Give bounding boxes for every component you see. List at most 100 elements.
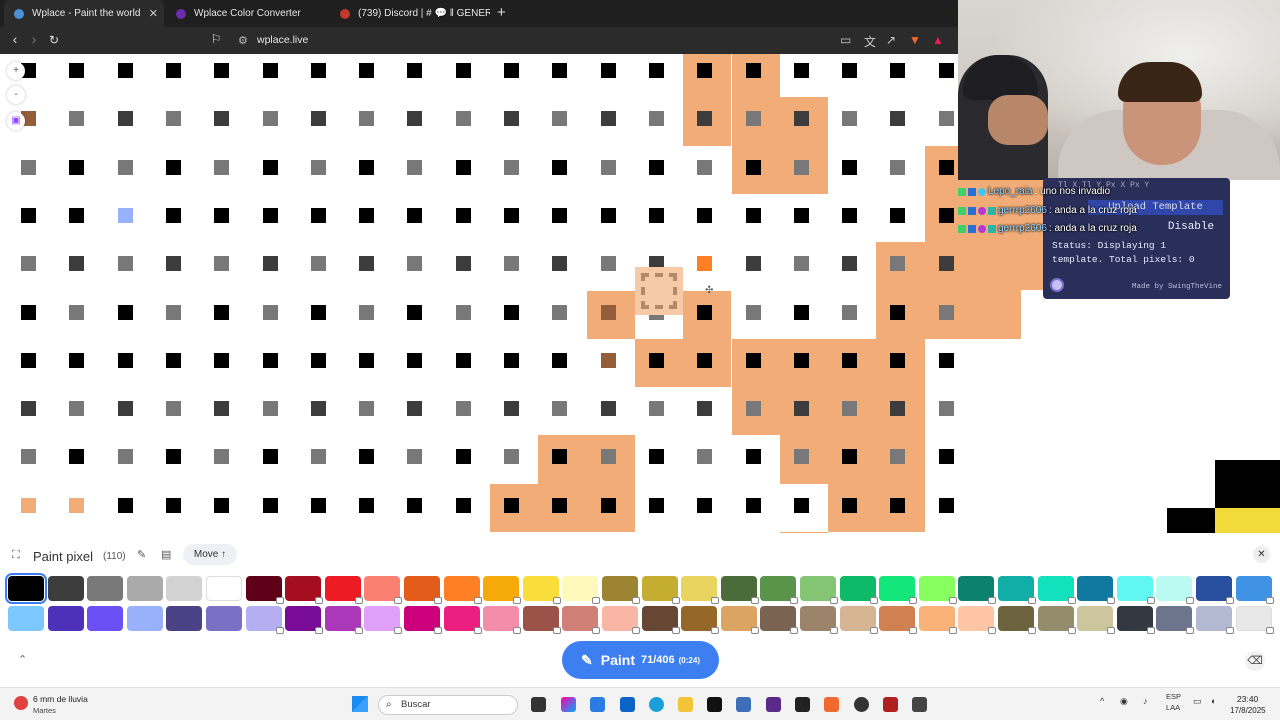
color-swatch[interactable] (126, 606, 163, 631)
lang-region[interactable]: LAA (1166, 703, 1180, 712)
lock-icon (671, 627, 680, 634)
forward-icon[interactable]: › (24, 31, 44, 47)
canvas-pixel (262, 63, 278, 78)
tab-color-converter[interactable]: Wplace Color Converter (166, 0, 326, 27)
expand-icon[interactable]: ⛶ (12, 549, 20, 562)
store-icon[interactable] (590, 697, 605, 712)
display-icon[interactable]: ▭ (1193, 696, 1202, 707)
app-icon[interactable] (883, 697, 898, 712)
zoom-out-button[interactable]: - (7, 86, 25, 104)
paint-button[interactable]: ✎ Paint 71/406 (0:24) (562, 641, 719, 679)
lock-icon (1186, 627, 1195, 634)
tiktok-icon[interactable] (707, 697, 722, 712)
canvas-pixel (938, 497, 954, 513)
clock-time[interactable]: 23:40 (1237, 694, 1258, 704)
app-icon[interactable] (854, 697, 869, 712)
edge-icon[interactable] (649, 697, 664, 712)
back-icon[interactable]: ‹ (5, 31, 25, 47)
template-status: Status: Displaying 1 template. Total pix… (1052, 240, 1195, 265)
color-swatch[interactable] (206, 576, 242, 601)
canvas-pixel (359, 256, 375, 272)
taskbar-search[interactable]: ⌕ Buscar (378, 695, 518, 715)
canvas-pixel (455, 159, 471, 175)
brave-shield-icon[interactable]: ▼ (909, 33, 921, 47)
url-field[interactable]: wplace.live (257, 34, 308, 46)
disable-template-button[interactable]: Disable (1163, 220, 1219, 235)
tab-wplace[interactable]: Wplace - Paint the world ✕ (4, 0, 164, 27)
network-icon[interactable]: ◉ (1120, 696, 1128, 707)
bookmark-icon[interactable]: ⚐ (206, 32, 226, 46)
close-panel-icon[interactable]: ✕ (1253, 546, 1270, 563)
clock-date[interactable]: 17/8/2025 (1230, 706, 1266, 715)
close-tab-icon[interactable]: ✕ (149, 7, 158, 20)
color-swatch[interactable] (47, 606, 84, 631)
move-button[interactable]: Move ↑ (183, 544, 237, 565)
copilot-icon[interactable] (561, 697, 576, 712)
canvas-pixel (552, 159, 568, 175)
color-swatch[interactable] (5, 573, 47, 604)
badge-icon (978, 224, 986, 233)
color-swatch[interactable] (47, 576, 84, 601)
canvas-pixel (117, 352, 133, 368)
lock-icon (513, 627, 522, 634)
lock-icon (1186, 597, 1195, 604)
folder-icon[interactable] (678, 697, 693, 712)
lang-code[interactable]: ESP (1166, 692, 1181, 701)
volume-icon[interactable]: ◖ (1210, 696, 1215, 706)
image-icon[interactable]: ▤ (161, 548, 171, 561)
canvas-pixel (697, 497, 713, 513)
windows-start-icon[interactable] (352, 696, 368, 712)
color-swatch[interactable] (126, 576, 163, 601)
lock-icon (869, 597, 878, 604)
canvas-pixel (890, 401, 906, 417)
selected-pixel-highlight (635, 267, 683, 315)
canvas-pixel (745, 497, 761, 513)
outlook-icon[interactable] (620, 697, 635, 712)
badge-icon (958, 224, 966, 233)
lock-icon (869, 627, 878, 634)
app-icon[interactable] (766, 697, 781, 712)
reload-icon[interactable]: ↻ (44, 33, 64, 47)
twitch-icon[interactable]: ▣ (7, 112, 25, 130)
share-icon[interactable]: ↗ (886, 33, 896, 47)
task-view-icon[interactable] (531, 697, 546, 712)
weather-icon[interactable] (14, 696, 28, 710)
lock-icon (750, 627, 759, 634)
canvas-pixel (938, 352, 954, 368)
canvas-pixel (552, 304, 568, 320)
canvas-pixel (842, 207, 858, 223)
app-icon[interactable] (736, 697, 751, 712)
app-icon[interactable] (795, 697, 810, 712)
color-swatch[interactable] (87, 576, 124, 601)
color-swatch[interactable] (87, 606, 124, 631)
canvas-pixel (262, 352, 278, 368)
new-tab-button[interactable]: + (497, 4, 506, 21)
app-icon[interactable] (912, 697, 927, 712)
lock-icon (1226, 627, 1234, 634)
mic-icon[interactable]: ♪ (1143, 696, 1148, 706)
tab-discord[interactable]: (739) Discord | # 💬 ‖ GENERAL | Garg… (330, 0, 490, 27)
collapse-icon[interactable]: ⌃ (18, 653, 27, 666)
chevron-up-icon[interactable]: ^ (1100, 696, 1104, 706)
color-swatch[interactable] (8, 606, 44, 631)
canvas-pixel (793, 111, 809, 127)
rewards-icon[interactable]: ▲ (932, 33, 944, 47)
lock-icon (434, 627, 442, 634)
brave-icon[interactable] (824, 697, 839, 712)
eraser-icon[interactable]: ⌫ (1245, 651, 1265, 671)
canvas-pixel (600, 401, 616, 417)
zoom-in-button[interactable]: + (7, 62, 25, 80)
canvas-pixel (938, 304, 954, 320)
badge-icon (968, 206, 976, 215)
color-swatch[interactable] (166, 576, 203, 601)
site-info-icon[interactable]: ⚙ (238, 34, 248, 47)
canvas-pixel (214, 352, 230, 368)
canvas-pixel (552, 401, 568, 417)
cast-icon[interactable]: ▭ (840, 33, 851, 47)
color-swatch[interactable] (166, 606, 203, 631)
canvas-pixel (69, 449, 85, 465)
translate-icon[interactable]: 文 (864, 33, 876, 50)
canvas-pixel (310, 401, 326, 417)
pencil-icon[interactable]: ✎ (137, 548, 146, 561)
color-swatch[interactable] (206, 606, 242, 631)
